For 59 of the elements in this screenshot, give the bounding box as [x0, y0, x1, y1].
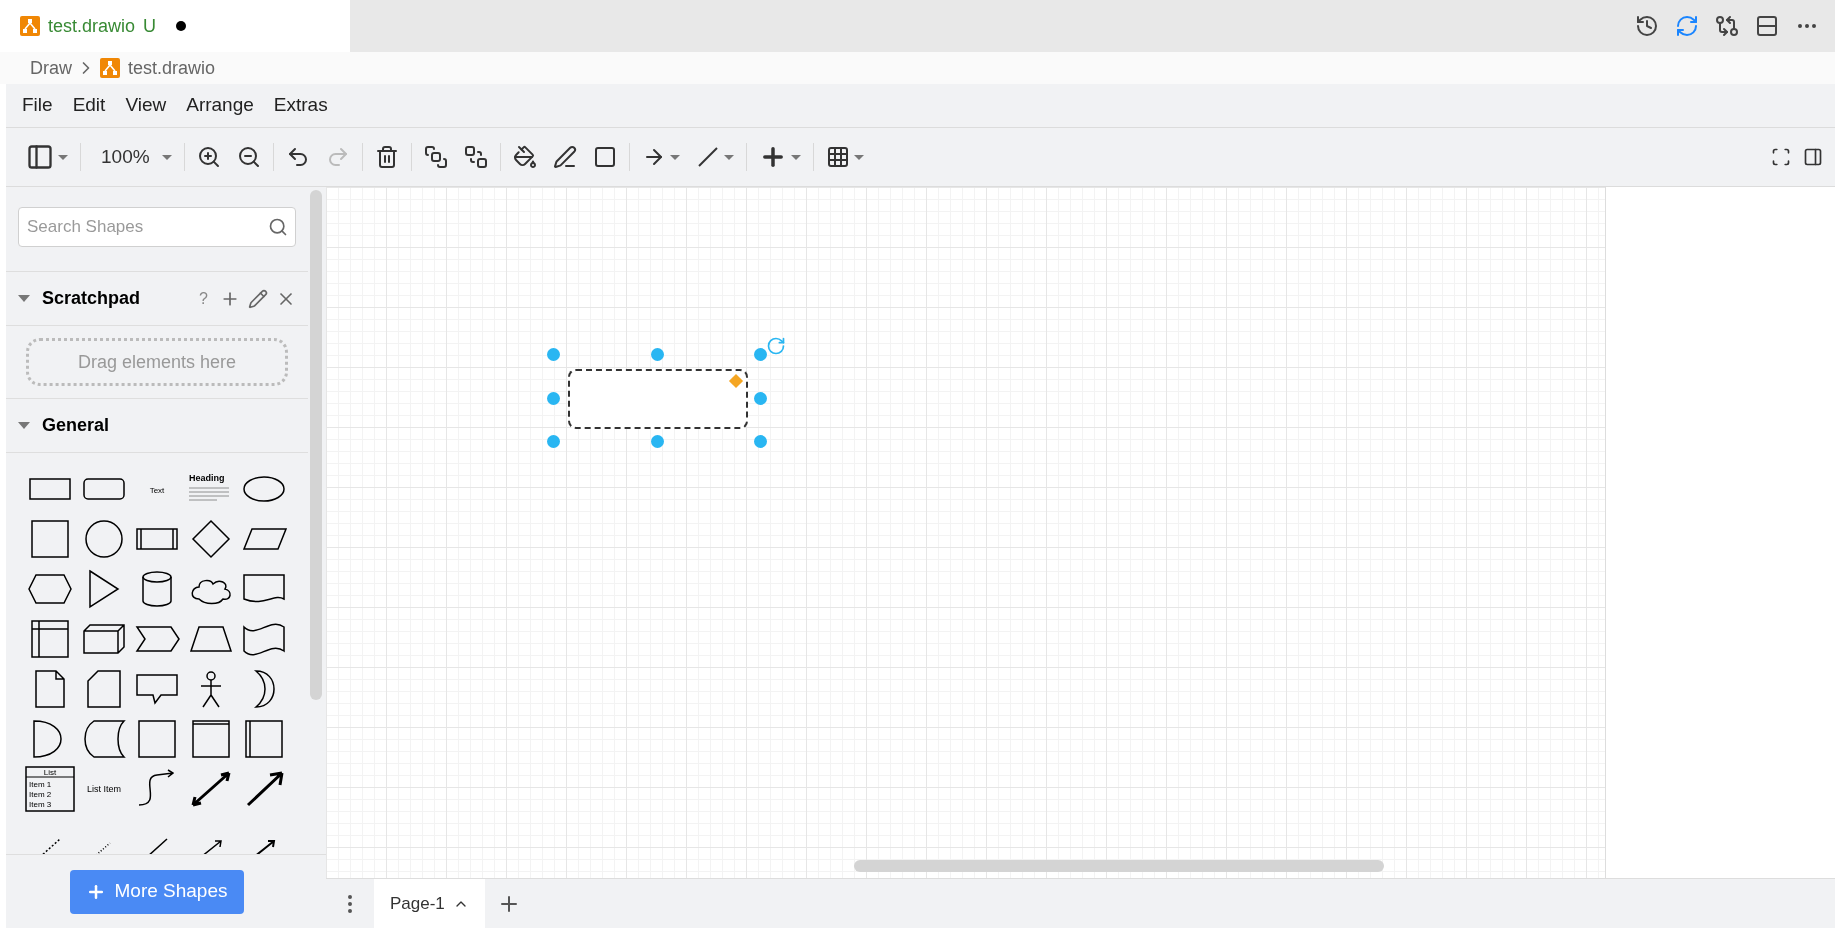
rounded-rectangle[interactable]: [568, 369, 748, 429]
trash-icon: [374, 145, 399, 169]
zoom-out-icon: [236, 145, 261, 169]
edit-icon[interactable]: [248, 288, 268, 309]
to-front-icon: [423, 145, 448, 169]
scrollbar-thumb[interactable]: [310, 190, 322, 700]
zoom-in-icon: [196, 145, 221, 169]
compare-icon[interactable]: [1715, 14, 1739, 38]
resize-handle-icon[interactable]: [754, 348, 767, 361]
caret-icon: [161, 154, 172, 160]
panel-layout-icon: [26, 143, 54, 171]
tab-status: U: [143, 14, 157, 38]
zoom-dropdown[interactable]: 100%: [85, 139, 180, 175]
list-shape[interactable]: List Item 1 Item 2 Item 3: [26, 769, 74, 809]
to-back-icon: [463, 145, 488, 169]
resize-handle-icon[interactable]: [547, 392, 560, 405]
search-icon: [268, 217, 288, 237]
list-item-text-shape[interactable]: List Item: [79, 769, 128, 809]
horizontal-scrollbar-thumb[interactable]: [854, 860, 1384, 872]
menu-item[interactable]: View: [117, 91, 175, 120]
tab-title: test.drawio: [48, 14, 136, 38]
text-shape[interactable]: Text: [133, 469, 182, 509]
caret-icon: [669, 154, 680, 160]
split-editor-icon[interactable]: [1755, 14, 1779, 38]
paint-bucket-icon: [512, 145, 537, 169]
format-panel-icon[interactable]: [1803, 147, 1823, 167]
square-icon: [592, 145, 617, 169]
resize-handle-icon[interactable]: [547, 435, 560, 448]
resize-handle-icon[interactable]: [651, 435, 664, 448]
caret-icon: [723, 154, 734, 160]
fullscreen-icon[interactable]: [1771, 147, 1791, 167]
resize-handle-icon[interactable]: [651, 348, 664, 361]
history-icon[interactable]: [1635, 14, 1659, 38]
resize-handle-icon[interactable]: [754, 392, 767, 405]
section-header[interactable]: General: [6, 399, 308, 453]
section-title: Scratchpad: [42, 287, 142, 310]
resize-handle-icon[interactable]: [754, 435, 767, 448]
section-header[interactable]: Scratchpad ?: [6, 272, 308, 326]
menu-item[interactable]: Extras: [265, 91, 336, 120]
rotate-handle-icon[interactable]: [766, 336, 786, 356]
caret-icon: [790, 154, 801, 160]
caret-icon: [853, 154, 864, 160]
search-field[interactable]: Search Shapes: [18, 207, 296, 247]
breadcrumb-item[interactable]: Draw: [30, 54, 72, 82]
breadcrumb-item[interactable]: test.drawio: [128, 54, 216, 82]
caret-icon: [58, 154, 68, 160]
resize-handle-icon[interactable]: [547, 348, 560, 361]
grid-icon: [825, 145, 850, 169]
drawio-logo-icon: [20, 16, 40, 36]
page-tab[interactable]: Page-1: [374, 879, 485, 928]
section-title: General: [42, 414, 110, 437]
editor-tab[interactable]: test.drawio U: [0, 0, 350, 52]
menu-item[interactable]: Edit: [64, 91, 114, 120]
menu-item[interactable]: File: [14, 91, 61, 120]
menu-item[interactable]: Arrange: [178, 91, 262, 120]
drawio-logo-icon: [100, 58, 120, 78]
pen-icon: [552, 145, 577, 169]
scratchpad-drop-area: Drag elements here: [26, 338, 288, 386]
sync-icon[interactable]: [1675, 14, 1699, 38]
